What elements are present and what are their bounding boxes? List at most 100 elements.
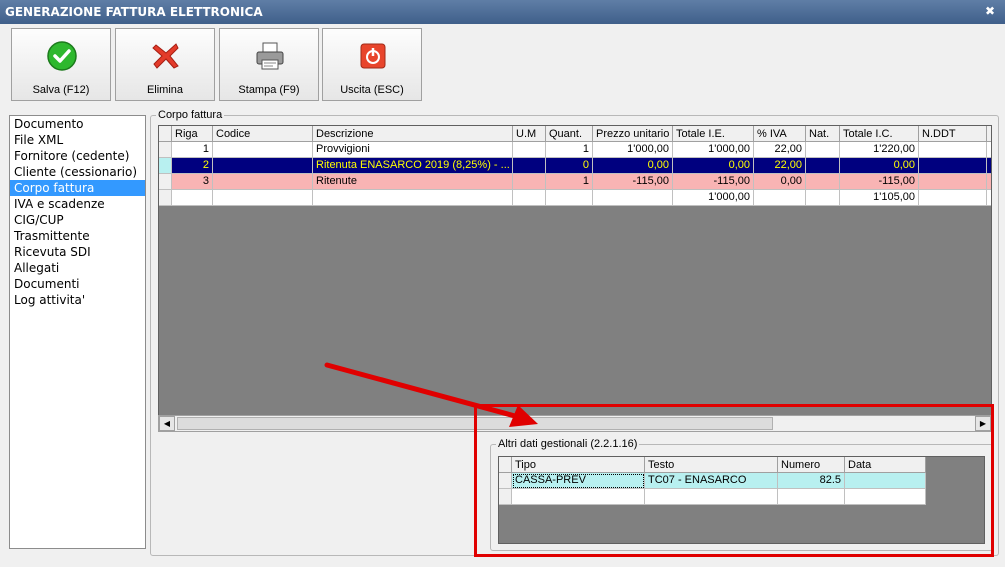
corpo-grid-header: Riga Codice Descrizione U.M Quant. Prezz… (159, 126, 991, 142)
nav-item-documento[interactable]: Documento (10, 116, 145, 132)
cell-nat[interactable] (806, 158, 840, 174)
cell-totale-ic[interactable]: -115,00 (840, 174, 919, 190)
cell-prezzo (593, 190, 673, 206)
cell-codice[interactable] (213, 142, 313, 158)
cell-quant (546, 190, 593, 206)
cell-extra (987, 142, 991, 158)
cell-extra (987, 158, 991, 174)
col-extra (987, 126, 991, 142)
cell-riga (172, 190, 213, 206)
printer-icon (256, 42, 284, 70)
nav-item-ricevuta-sdi[interactable]: Ricevuta SDI (10, 244, 145, 260)
cell-nddt[interactable] (919, 158, 987, 174)
cell-quant[interactable]: 1 (546, 142, 593, 158)
cell-codice[interactable] (213, 174, 313, 190)
cell-totale-ie[interactable]: 1'000,00 (673, 142, 754, 158)
cell-nddt[interactable] (919, 174, 987, 190)
cell-prezzo[interactable]: 1'000,00 (593, 142, 673, 158)
cell-um (513, 190, 546, 206)
save-button[interactable]: Salva (F12) (11, 28, 111, 101)
save-button-label: Salva (F12) (32, 84, 90, 96)
col-quant[interactable]: Quant. (546, 126, 593, 142)
cell-codice[interactable] (213, 158, 313, 174)
row-indicator-header (159, 126, 172, 142)
nav-item-documenti[interactable]: Documenti (10, 276, 145, 292)
cell-extra (987, 190, 991, 206)
cell-totale-ic[interactable]: 0,00 (840, 158, 919, 174)
col-riga[interactable]: Riga (172, 126, 213, 142)
nav-item-trasmittente[interactable]: Trasmittente (10, 228, 145, 244)
section-list[interactable]: Documento File XML Fornitore (cedente) C… (9, 115, 146, 549)
cell-iva (754, 190, 806, 206)
row-indicator (159, 142, 172, 158)
cell-nat[interactable] (806, 142, 840, 158)
cell-iva[interactable]: 22,00 (754, 142, 806, 158)
col-descrizione[interactable]: Descrizione (313, 126, 513, 142)
cell-iva[interactable]: 0,00 (754, 174, 806, 190)
cell-codice (213, 190, 313, 206)
col-iva[interactable]: % IVA (754, 126, 806, 142)
cell-descrizione (313, 190, 513, 206)
table-row[interactable]: 1 Provvigioni 1 1'000,00 1'000,00 22,00 … (159, 142, 991, 158)
cell-prezzo[interactable]: 0,00 (593, 158, 673, 174)
col-totale-ic[interactable]: Totale I.C. (840, 126, 919, 142)
corpo-fattura-label: Corpo fattura (156, 109, 225, 121)
cell-riga[interactable]: 2 (172, 158, 213, 174)
cell-um[interactable] (513, 174, 546, 190)
highlight-box (474, 404, 994, 557)
cell-descrizione[interactable]: Ritenuta ENASARCO 2019 (8,25%) - ... (313, 158, 513, 174)
nav-item-cliente[interactable]: Cliente (cessionario) (10, 164, 145, 180)
cell-nddt (919, 190, 987, 206)
cell-um[interactable] (513, 158, 546, 174)
delete-button-label: Elimina (146, 84, 184, 96)
cell-nddt[interactable] (919, 142, 987, 158)
print-button-label: Stampa (F9) (238, 84, 300, 96)
row-indicator (159, 158, 172, 174)
cell-descrizione[interactable]: Provvigioni (313, 142, 513, 158)
cell-nat (806, 190, 840, 206)
nav-item-iva-scadenze[interactable]: IVA e scadenze (10, 196, 145, 212)
col-totale-ie[interactable]: Totale I.E. (673, 126, 754, 142)
cell-totale-ie[interactable]: -115,00 (673, 174, 754, 190)
cell-um[interactable] (513, 142, 546, 158)
scroll-left-icon[interactable]: ◀ (159, 416, 175, 431)
cell-riga[interactable]: 1 (172, 142, 213, 158)
col-prezzo[interactable]: Prezzo unitario (593, 126, 673, 142)
delete-button[interactable]: Elimina (115, 28, 215, 101)
nav-item-file-xml[interactable]: File XML (10, 132, 145, 148)
cell-totale-ie[interactable]: 0,00 (673, 158, 754, 174)
cell-quant[interactable]: 0 (546, 158, 593, 174)
table-row[interactable]: 3 Ritenute 1 -115,00 -115,00 0,00 -115,0… (159, 174, 991, 190)
nav-item-corpo-fattura[interactable]: Corpo fattura (10, 180, 145, 196)
power-icon (360, 43, 386, 69)
col-codice[interactable]: Codice (213, 126, 313, 142)
check-icon (47, 41, 77, 71)
cell-quant[interactable]: 1 (546, 174, 593, 190)
nav-item-log[interactable]: Log attivita' (10, 292, 145, 308)
cell-iva[interactable]: 22,00 (754, 158, 806, 174)
nav-item-cig-cup[interactable]: CIG/CUP (10, 212, 145, 228)
cell-nat[interactable] (806, 174, 840, 190)
corpo-grid[interactable]: Riga Codice Descrizione U.M Quant. Prezz… (158, 125, 992, 432)
row-indicator (159, 174, 172, 190)
nav-item-fornitore[interactable]: Fornitore (cedente) (10, 148, 145, 164)
col-um[interactable]: U.M (513, 126, 546, 142)
close-icon[interactable]: ✖ (983, 4, 997, 18)
col-nat[interactable]: Nat. (806, 126, 840, 142)
exit-button[interactable]: Uscita (ESC) (322, 28, 422, 101)
table-row-selected[interactable]: 2 Ritenuta ENASARCO 2019 (8,25%) - ... 0… (159, 158, 991, 174)
row-indicator (159, 190, 172, 206)
total-ic: 1'105,00 (840, 190, 919, 206)
col-nddt[interactable]: N.DDT (919, 126, 987, 142)
total-ie: 1'000,00 (673, 190, 754, 206)
totals-row: 1'000,00 1'105,00 (159, 190, 991, 206)
red-x-icon (152, 43, 179, 69)
cell-extra (987, 174, 991, 190)
cell-prezzo[interactable]: -115,00 (593, 174, 673, 190)
cell-descrizione[interactable]: Ritenute (313, 174, 513, 190)
cell-totale-ic[interactable]: 1'220,00 (840, 142, 919, 158)
cell-riga[interactable]: 3 (172, 174, 213, 190)
nav-item-allegati[interactable]: Allegati (10, 260, 145, 276)
print-button[interactable]: Stampa (F9) (219, 28, 319, 101)
title-bar: GENERAZIONE FATTURA ELETTRONICA ✖ (0, 0, 1005, 24)
